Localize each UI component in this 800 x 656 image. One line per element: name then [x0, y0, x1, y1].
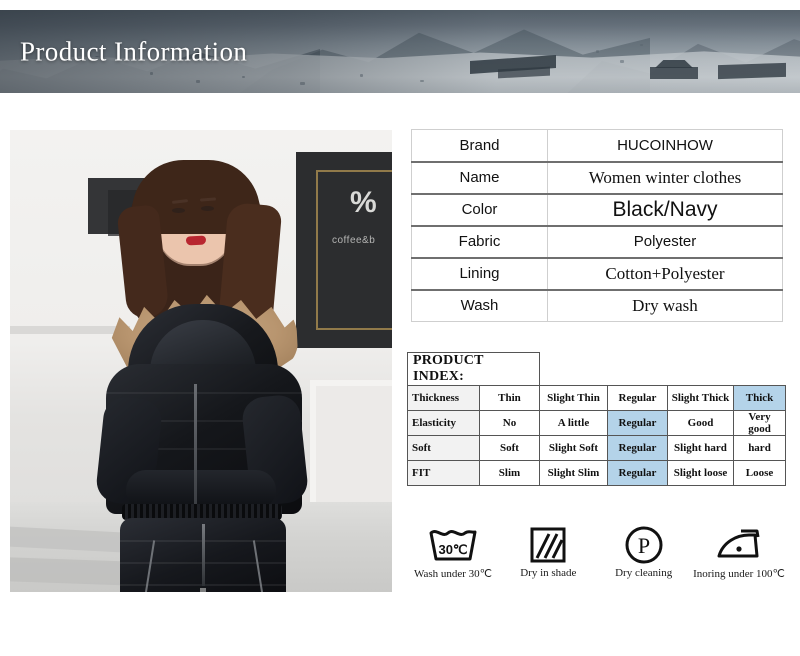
index-cell: Regular [607, 385, 668, 411]
index-cell-selected: Regular [607, 435, 668, 461]
storefront-door-panel [310, 380, 392, 510]
index-cell: Slight Soft [539, 435, 608, 461]
model-figure [82, 148, 322, 592]
product-photo: % coffee&b [10, 130, 392, 592]
table-row: Brand HUCOINHOW [411, 129, 783, 163]
quilt-seam [106, 392, 302, 394]
spec-key-color: Color [411, 192, 548, 227]
care-label-ironing: Inoring under 100℃ [693, 568, 785, 580]
dry-in-shade-icon [524, 524, 572, 566]
table-row: Fabric Polyester [411, 224, 783, 259]
product-information-page: Product Information % coffee&b Brand HUC… [0, 0, 800, 656]
pants-center-zipper [202, 524, 205, 586]
index-label-elasticity: Elasticity [407, 410, 480, 436]
spec-key-name: Name [411, 160, 548, 195]
table-row: Soft Soft Slight Soft Regular Slight har… [407, 435, 786, 461]
index-cell: Very good [733, 410, 786, 436]
table-row: Color Black/Navy [411, 192, 783, 227]
product-spec-table: Brand HUCOINHOW Name Women winter clothe… [411, 129, 783, 322]
spec-value-lining: Cotton+Polyester [547, 256, 783, 291]
page-title: Product Information [20, 36, 248, 66]
care-item-wash: 30℃ Wash under 30℃ [407, 524, 499, 580]
index-cell: Soft [479, 435, 540, 461]
index-cell: A little [539, 410, 608, 436]
index-cell: Slight Thick [667, 385, 734, 411]
index-header-blank [540, 353, 786, 386]
spec-value-color: Black/Navy [547, 192, 783, 227]
pants-leg-gap [200, 588, 206, 592]
index-header-row: PRODUCT INDEX: [407, 352, 786, 386]
index-cell: hard [733, 435, 786, 461]
storefront-sign-text: coffee&b [332, 235, 376, 246]
index-cell: Loose [733, 460, 786, 486]
index-cell: Slight Thin [539, 385, 608, 411]
dry-cleaning-icon: P [620, 524, 668, 566]
index-label-soft: Soft [407, 435, 480, 461]
index-label-thickness: Thickness [407, 385, 480, 411]
model-lips [185, 235, 207, 246]
iron-icon [711, 524, 767, 566]
jacket-zipper [194, 384, 197, 508]
index-cell-selected: Regular [607, 410, 668, 436]
table-row: Thickness Thin Slight Thin Regular Sligh… [407, 385, 786, 411]
spec-key-wash: Wash [411, 288, 548, 322]
page-banner: Product Information [0, 10, 800, 93]
product-index-table: PRODUCT INDEX: Thickness Thin Slight Thi… [407, 352, 786, 486]
index-cell: No [479, 410, 540, 436]
index-cell: Slim [479, 460, 540, 486]
care-item-ironing: Inoring under 100℃ [693, 524, 785, 580]
wash-temperature-text: 30℃ [438, 542, 467, 557]
spec-value-fabric: Polyester [547, 224, 783, 259]
spec-key-brand: Brand [411, 129, 548, 163]
index-cell: Thin [479, 385, 540, 411]
table-row: Wash Dry wash [411, 288, 783, 322]
index-label-fit: FIT [407, 460, 480, 486]
care-item-dry-cleaning: P Dry cleaning [598, 524, 690, 579]
index-cell: Slight loose [667, 460, 734, 486]
spec-value-wash: Dry wash [547, 288, 783, 322]
table-row: Name Women winter clothes [411, 160, 783, 195]
index-cell-selected: Regular [607, 460, 668, 486]
care-label-dry-cleaning: Dry cleaning [615, 567, 673, 579]
care-label-wash: Wash under 30℃ [413, 568, 493, 580]
index-cell-selected: Thick [733, 385, 786, 411]
care-instructions-row: 30℃ Wash under 30℃ Dry in shade P Dry cl… [407, 524, 785, 594]
spec-key-lining: Lining [411, 256, 548, 291]
product-index-title: PRODUCT INDEX: [407, 352, 540, 386]
care-item-dry-shade: Dry in shade [502, 524, 594, 579]
table-row: FIT Slim Slight Slim Regular Slight loos… [407, 460, 786, 486]
table-row: Lining Cotton+Polyester [411, 256, 783, 291]
index-cell: Slight hard [667, 435, 734, 461]
dry-clean-letter: P [638, 533, 650, 558]
index-cell: Good [667, 410, 734, 436]
care-label-dry-shade: Dry in shade [520, 567, 577, 579]
spec-value-brand: HUCOINHOW [547, 129, 783, 163]
spec-key-fabric: Fabric [411, 224, 548, 259]
model-eye-left [172, 208, 185, 213]
index-cell: Slight Slim [539, 460, 608, 486]
wash-basin-icon: 30℃ [425, 524, 481, 566]
percent-logo: % [350, 186, 377, 219]
model-eye-right [201, 206, 214, 211]
spec-value-name: Women winter clothes [547, 160, 783, 195]
table-row: Elasticity No A little Regular Good Very… [407, 410, 786, 436]
